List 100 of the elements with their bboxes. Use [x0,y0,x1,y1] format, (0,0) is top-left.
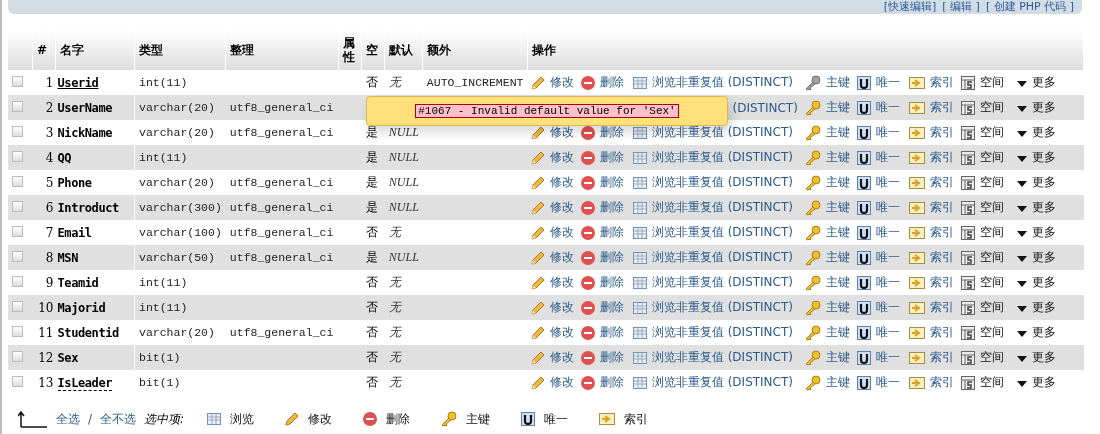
action-link[interactable]: 唯一 [875,124,900,141]
action-link[interactable]: 空间 [979,349,1004,366]
table-icon[interactable] [631,349,648,366]
delete-icon[interactable] [579,299,596,316]
key-icon[interactable] [803,299,822,316]
action-link[interactable]: 唯一 [875,99,900,116]
action-link[interactable]: 唯一 [875,324,900,341]
action-link[interactable]: 唯一 [875,149,900,166]
action-link[interactable]: 浏览非重复值 (DISTINCT) [651,174,793,191]
spatial-icon[interactable] [959,349,976,366]
unique-icon[interactable] [855,274,872,291]
unique-icon[interactable] [855,224,872,241]
action-link[interactable]: 删除 [599,74,624,91]
action-link[interactable]: 修改 [549,374,574,391]
action-link[interactable]: 主键 [825,299,850,316]
action-link[interactable]: 更多 [1031,124,1056,141]
pencil-icon[interactable] [284,411,301,427]
spatial-icon[interactable] [959,74,976,91]
action-link[interactable]: 浏览非重复值 (DISTINCT) [651,124,793,141]
unique-icon[interactable] [855,324,872,341]
key-icon[interactable] [803,249,822,266]
spatial-icon[interactable] [959,174,976,191]
action-link[interactable]: 空间 [979,199,1004,216]
unique-icon[interactable] [520,411,537,427]
action-link[interactable]: 索引 [929,199,954,216]
index-icon[interactable] [598,411,617,427]
key-icon[interactable] [803,274,822,291]
index-icon[interactable] [907,199,926,216]
index-icon[interactable] [907,74,926,91]
action-link[interactable]: 唯一 [875,74,900,91]
action-link[interactable]: 唯一 [875,274,900,291]
action-link[interactable]: 索引 [929,249,954,266]
action-link[interactable]: 主键 [825,249,850,266]
delete-icon[interactable] [579,349,596,366]
row-checkbox[interactable] [12,200,23,212]
action-link[interactable]: 删除 [599,249,624,266]
action-link[interactable]: 唯一 [875,374,900,391]
action-link[interactable]: 更多 [1031,324,1056,341]
index-icon[interactable] [907,174,926,191]
delete-icon[interactable] [579,174,596,191]
table-icon[interactable] [631,74,648,91]
pencil-icon[interactable] [529,149,546,166]
action-link[interactable]: 唯一 [875,224,900,241]
table-icon[interactable] [631,324,648,341]
action-link[interactable]: 空间 [979,274,1004,291]
key-icon[interactable] [803,124,822,141]
delete-icon[interactable] [362,411,379,427]
bulk-action-link[interactable]: 浏览 [230,410,255,428]
action-link[interactable]: 修改 [549,249,574,266]
pencil-icon[interactable] [529,324,546,341]
index-icon[interactable] [907,324,926,341]
check-all-link[interactable]: 全选 [56,410,80,428]
key-icon[interactable] [803,374,822,391]
action-link[interactable]: 索引 [929,349,954,366]
action-link[interactable]: 主键 [825,74,850,91]
action-link[interactable]: 主键 [825,324,850,341]
table-icon[interactable] [206,411,223,427]
action-link[interactable]: 更多 [1031,174,1056,191]
action-link[interactable]: 唯一 [875,349,900,366]
action-link[interactable]: 更多 [1031,199,1056,216]
unique-icon[interactable] [855,249,872,266]
row-checkbox[interactable] [12,275,23,287]
row-checkbox[interactable] [12,325,23,337]
action-link[interactable]: 更多 [1031,149,1056,166]
action-link[interactable]: 更多 [1031,274,1056,291]
pencil-icon[interactable] [529,249,546,266]
key-icon[interactable] [803,174,822,191]
action-link[interactable]: 主键 [825,99,850,116]
action-link[interactable]: 删除 [599,374,624,391]
action-link[interactable]: 主键 [825,174,850,191]
spatial-icon[interactable] [959,224,976,241]
pencil-icon[interactable] [529,274,546,291]
action-link[interactable]: 更多 [1031,249,1056,266]
action-link[interactable]: 修改 [549,299,574,316]
action-link[interactable]: 索引 [929,149,954,166]
action-link[interactable]: 修改 [549,199,574,216]
row-checkbox[interactable] [12,100,23,112]
delete-icon[interactable] [579,224,596,241]
index-icon[interactable] [907,99,926,116]
key-icon[interactable] [803,99,822,116]
action-link[interactable]: 唯一 [875,249,900,266]
spatial-icon[interactable] [959,249,976,266]
action-link[interactable]: 修改 [549,124,574,141]
action-link[interactable]: 修改 [549,149,574,166]
uncheck-all-link[interactable]: 全不选 [100,410,137,428]
action-link[interactable]: 索引 [929,374,954,391]
delete-icon[interactable] [579,74,596,91]
action-link[interactable]: 空间 [979,149,1004,166]
spatial-icon[interactable] [959,124,976,141]
action-link[interactable]: 主键 [825,224,850,241]
table-icon[interactable] [631,174,648,191]
action-link[interactable]: 浏览非重复值 (DISTINCT) [651,274,793,291]
action-link[interactable]: 空间 [979,249,1004,266]
action-link[interactable]: 索引 [929,299,954,316]
action-link[interactable]: 修改 [549,74,574,91]
index-icon[interactable] [907,374,926,391]
unique-icon[interactable] [855,74,872,91]
action-link[interactable]: 修改 [549,324,574,341]
action-link[interactable]: 唯一 [875,174,900,191]
row-checkbox[interactable] [12,375,23,387]
